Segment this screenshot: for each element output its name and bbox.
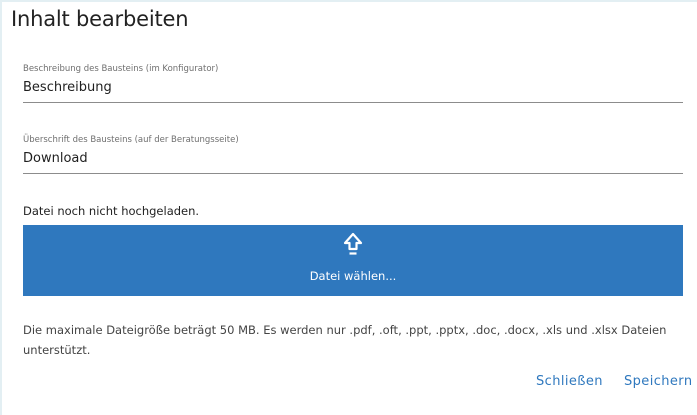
dialog-left-edge — [0, 0, 2, 415]
heading-field[interactable]: Überschrift des Bausteins (auf der Berat… — [23, 135, 683, 174]
upload-arrow-icon — [343, 232, 363, 255]
description-field-label: Beschreibung des Bausteins (im Konfigura… — [23, 64, 219, 74]
heading-field-label: Überschrift des Bausteins (auf der Berat… — [23, 135, 239, 145]
dialog-title: Inhalt bearbeiten — [11, 7, 189, 31]
edit-content-dialog: Inhalt bearbeiten Beschreibung des Baust… — [0, 0, 697, 415]
dialog-top-edge — [0, 0, 697, 2]
description-field-underline — [23, 102, 683, 103]
choose-file-button[interactable]: Datei wählen... — [23, 225, 683, 296]
upload-status-text: Datei noch nicht hochgeladen. — [23, 204, 200, 218]
save-button[interactable]: Speichern — [624, 374, 692, 389]
description-field-value[interactable]: Beschreibung — [23, 79, 683, 96]
heading-field-value[interactable]: Download — [23, 150, 683, 167]
choose-file-label: Datei wählen... — [309, 269, 397, 283]
description-field[interactable]: Beschreibung des Bausteins (im Konfigura… — [23, 64, 683, 103]
close-button[interactable]: Schließen — [536, 374, 603, 389]
file-size-info-text: Die maximale Dateigröße beträgt 50 MB. E… — [23, 323, 667, 357]
heading-field-underline — [23, 173, 683, 174]
